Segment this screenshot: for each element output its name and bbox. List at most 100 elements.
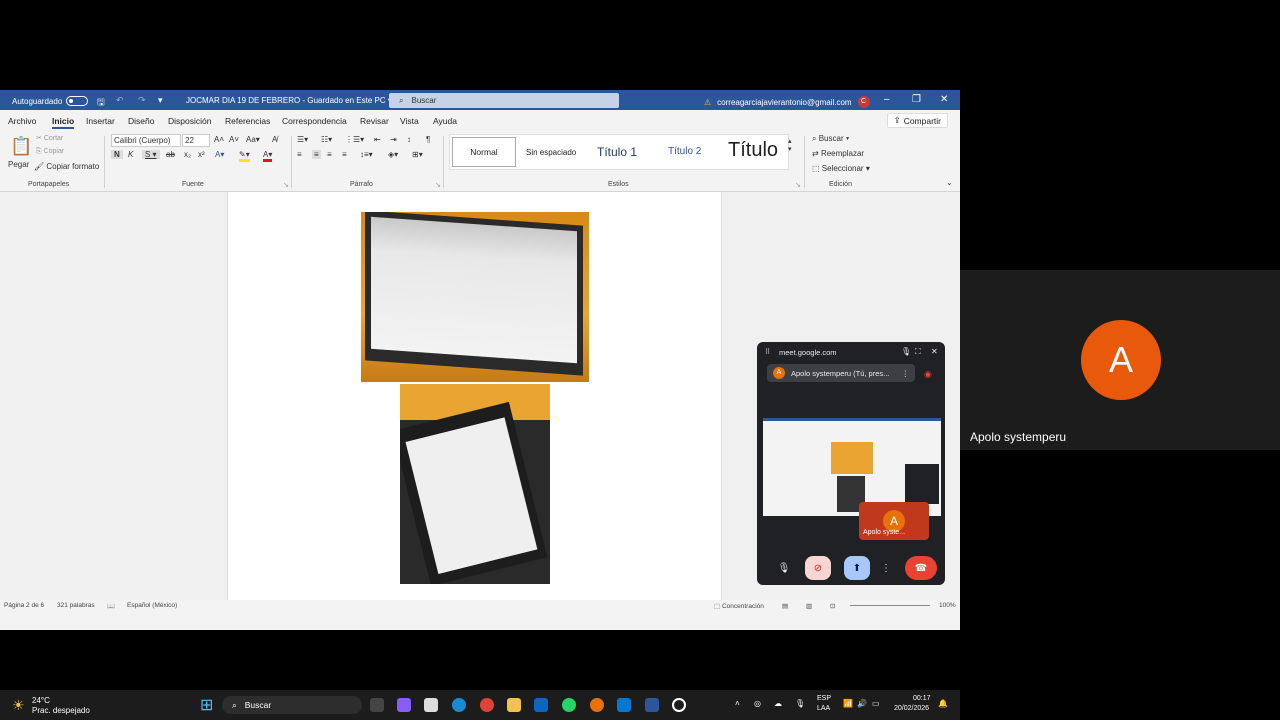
zoom-slider[interactable]: [850, 605, 930, 606]
autosave-toggle[interactable]: Autoguardado: [12, 96, 89, 106]
collapse-ribbon-icon[interactable]: ⌄: [946, 178, 953, 187]
mic-button[interactable]: 🎙: [771, 556, 797, 580]
multilevel-list-icon[interactable]: ⋮☰▾: [345, 135, 364, 144]
font-size-select[interactable]: 22: [182, 134, 210, 147]
grow-font-icon[interactable]: A˄: [214, 135, 224, 144]
text-effects-icon[interactable]: A▾: [215, 150, 224, 159]
volume-icon[interactable]: 🔊: [857, 699, 867, 708]
taskbar-search[interactable]: ⌕ Buscar: [222, 696, 362, 714]
store-icon[interactable]: [424, 698, 438, 712]
tray-icon[interactable]: ◎: [754, 699, 761, 708]
subscript-icon[interactable]: x₂: [184, 150, 191, 159]
decrease-indent-icon[interactable]: ⇤: [374, 135, 381, 144]
record-icon[interactable]: ◉: [924, 369, 932, 380]
shading-icon[interactable]: ◈▾: [388, 150, 398, 159]
cut-button[interactable]: ✂ Cortar: [36, 134, 63, 142]
paragraph-dialog-launcher-icon[interactable]: ↘: [435, 181, 441, 189]
highlight-icon[interactable]: ✎▾: [239, 150, 250, 162]
tab-insertar[interactable]: Insertar: [86, 116, 115, 126]
language-label[interactable]: Español (México): [127, 602, 177, 609]
underline-icon[interactable]: S ▾: [142, 150, 160, 159]
linkedin-icon[interactable]: [534, 698, 548, 712]
expand-icon[interactable]: ⛶: [915, 347, 921, 357]
notification-icon[interactable]: 🔔: [938, 699, 948, 708]
chrome-profile-icon[interactable]: [590, 698, 604, 712]
sort-icon[interactable]: ↕: [407, 135, 411, 144]
start-icon[interactable]: ⊞: [200, 695, 213, 715]
task-view-icon[interactable]: [370, 698, 384, 712]
word-count[interactable]: 321 palabras: [57, 602, 95, 609]
copy-button[interactable]: ⎘ Copiar: [36, 148, 64, 156]
vertical-scrollbar[interactable]: [950, 192, 960, 600]
page-count[interactable]: Página 2 de 6: [4, 602, 44, 609]
document-page[interactable]: [227, 192, 722, 600]
word-icon[interactable]: [645, 698, 659, 712]
restore-icon[interactable]: ❐: [912, 94, 921, 105]
share-button[interactable]: ⇪ Compartir: [886, 113, 948, 128]
zoom-level[interactable]: 100%: [939, 602, 956, 609]
more-options-button[interactable]: ⋮: [880, 556, 892, 580]
numbering-icon[interactable]: ☷▾: [321, 135, 332, 144]
more-icon[interactable]: ⋮: [902, 369, 910, 378]
style-normal[interactable]: Normal: [452, 137, 516, 167]
chrome-icon[interactable]: [480, 698, 494, 712]
replace-button[interactable]: ⇄ Reemplazar: [812, 149, 864, 158]
wifi-icon[interactable]: 📶: [843, 699, 853, 708]
tab-vista[interactable]: Vista: [400, 116, 419, 126]
presenting-banner[interactable]: A Apolo systemperu (Tú, pres... ⋮: [767, 364, 915, 382]
bold-icon[interactable]: N: [111, 150, 123, 159]
styles-dialog-launcher-icon[interactable]: ↘: [795, 181, 801, 189]
paste-icon[interactable]: 📋: [10, 136, 32, 157]
superscript-icon[interactable]: x²: [198, 150, 205, 159]
style-titulo-2[interactable]: Título 2: [668, 146, 701, 157]
style-titulo-1[interactable]: Título 1: [597, 145, 637, 159]
present-button[interactable]: ⬆: [844, 556, 870, 580]
lang-code[interactable]: ESP: [817, 695, 831, 702]
font-color-icon[interactable]: A▾: [263, 150, 273, 162]
align-right-icon[interactable]: ≡: [327, 150, 332, 159]
format-painter-button[interactable]: 🖌 Copiar formato: [34, 162, 99, 171]
whatsapp-icon[interactable]: [562, 698, 576, 712]
italic-icon[interactable]: K: [128, 150, 133, 159]
change-case-icon[interactable]: Aa▾: [246, 135, 260, 144]
battery-icon[interactable]: ▭: [872, 699, 880, 708]
shrink-font-icon[interactable]: A˅: [229, 135, 239, 144]
minimize-icon[interactable]: –: [884, 94, 890, 105]
app-icon[interactable]: [672, 698, 686, 712]
end-call-button[interactable]: ☎: [905, 556, 937, 580]
laptop-photo-1[interactable]: [361, 212, 589, 382]
font-dialog-launcher-icon[interactable]: ↘: [283, 181, 289, 189]
close-icon[interactable]: ✕: [931, 347, 938, 356]
read-mode-icon[interactable]: ▤: [782, 602, 788, 610]
undo-icon[interactable]: ↶: [116, 95, 124, 106]
search-input[interactable]: ⌕ Buscar: [389, 93, 619, 108]
borders-icon[interactable]: ⊞▾: [412, 150, 423, 159]
customize-icon[interactable]: ▾: [158, 95, 163, 106]
print-layout-icon[interactable]: ▥: [806, 602, 812, 610]
document-title[interactable]: JOCMAR DIA 19 DE FEBRERO - Guardado en E…: [186, 96, 392, 105]
tab-archivo[interactable]: Archivo: [8, 116, 36, 126]
style-titulo[interactable]: Título: [728, 139, 778, 162]
justify-icon[interactable]: ≡: [342, 150, 347, 159]
mic-icon[interactable]: 🎙: [901, 347, 911, 356]
edge-icon[interactable]: [452, 698, 466, 712]
copilot-icon[interactable]: [397, 698, 411, 712]
weather-temp[interactable]: 24°C: [32, 696, 50, 705]
tab-disposicion[interactable]: Disposición: [168, 116, 211, 126]
save-icon[interactable]: 🖫: [97, 95, 105, 111]
tab-ayuda[interactable]: Ayuda: [433, 116, 457, 126]
meet-pip-window[interactable]: ⠿ meet.google.com 🎙 ⛶ ✕ A Apolo systempe…: [757, 342, 945, 585]
drag-handle-icon[interactable]: ⠿: [765, 348, 770, 356]
redo-icon[interactable]: ↷: [138, 95, 146, 106]
select-button[interactable]: ⬚ Seleccionar ▾: [812, 164, 870, 173]
laptop-photo-2[interactable]: [400, 384, 550, 584]
outlook-icon[interactable]: [617, 698, 631, 712]
line-spacing-icon[interactable]: ↕≡▾: [360, 150, 373, 159]
paste-button[interactable]: Pegar: [8, 160, 29, 169]
close-icon[interactable]: ✕: [940, 94, 948, 105]
tab-diseno[interactable]: Diseño: [128, 116, 154, 126]
file-explorer-icon[interactable]: [507, 698, 521, 712]
mic-icon[interactable]: 🎙: [795, 699, 805, 708]
find-button[interactable]: ⌕ Buscar ▾: [812, 134, 849, 144]
clock-time[interactable]: 00:17: [913, 695, 931, 702]
